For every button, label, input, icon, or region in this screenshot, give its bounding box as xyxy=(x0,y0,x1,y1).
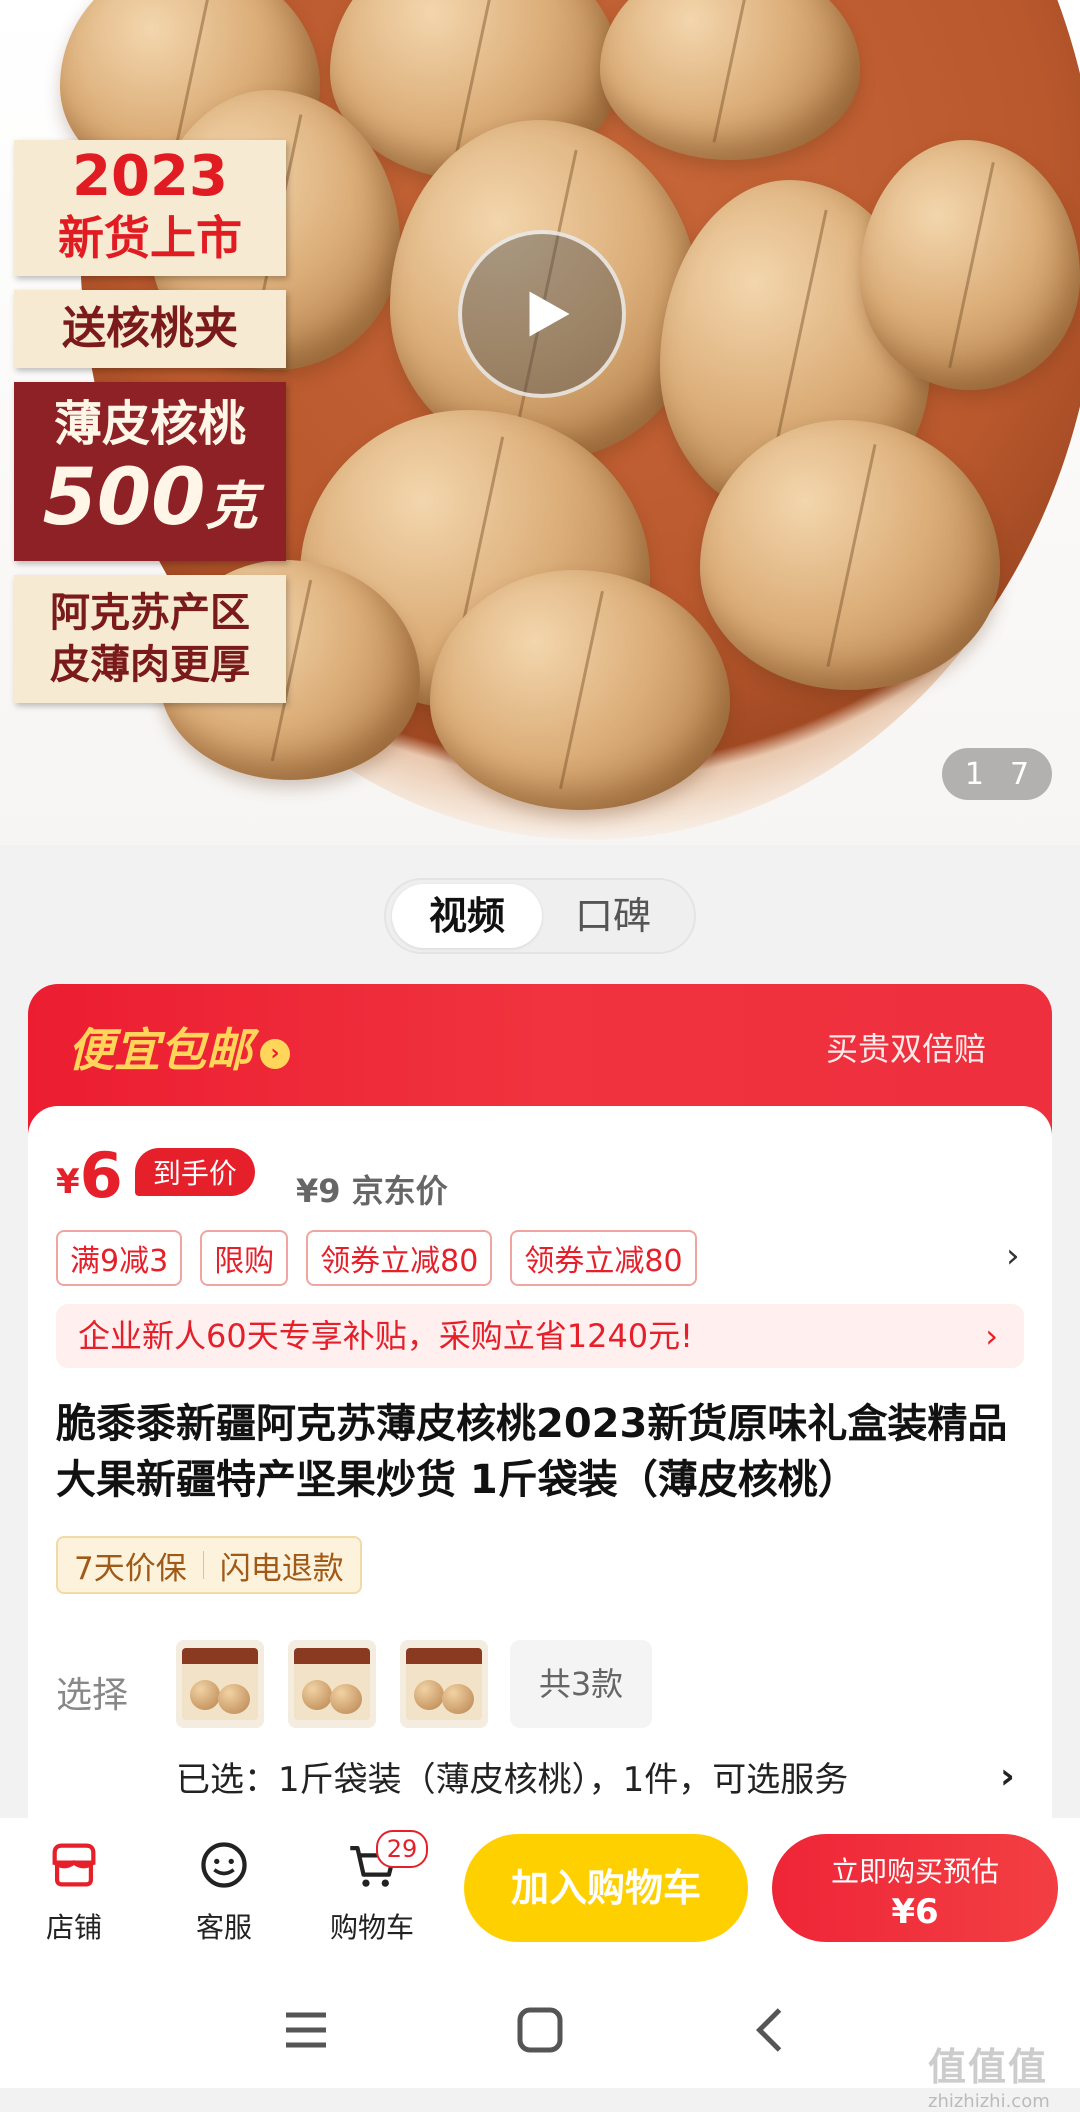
promo-sticker-stack: 2023 新货上市 送核桃夹 薄皮核桃 500克 阿克苏产区 皮薄肉更厚 xyxy=(14,140,286,717)
buy-now-label: 立即购买预估 xyxy=(830,1855,999,1888)
promo-origin-line2: 皮薄肉更厚 xyxy=(50,642,250,688)
deal-title[interactable]: 便宜包邮 › xyxy=(68,1014,290,1080)
coupon-tag[interactable]: 限购 xyxy=(200,1230,289,1286)
page-total: 7 xyxy=(1010,756,1030,792)
selected-options-text[interactable]: 已选：1斤袋装（薄皮核桃），1件，可选服务 xyxy=(176,1752,848,1801)
customer-service-button[interactable]: 客服 xyxy=(164,1836,284,1946)
final-price-badge: 到手价 xyxy=(134,1148,255,1196)
coupon-tag[interactable]: 领券立减80 xyxy=(510,1230,697,1286)
enterprise-subsidy-text: 企业新人60天专享补贴，采购立省1240元! xyxy=(78,1317,693,1355)
tab-reviews[interactable]: 口碑 xyxy=(538,884,688,948)
coupon-tag[interactable]: 领券立减80 xyxy=(306,1230,493,1286)
store-icon xyxy=(52,1843,96,1887)
product-title: 脆黍黍新疆阿克苏薄皮核桃2023新货原味礼盒装精品大果新疆特产坚果炒货 1斤袋装… xyxy=(56,1401,1008,1503)
back-icon[interactable] xyxy=(742,2000,802,2060)
media-tab-switch: 视频 口碑 xyxy=(384,878,696,954)
jd-price: ¥9 京东价 xyxy=(296,1172,448,1210)
price-currency: ¥ xyxy=(56,1162,80,1202)
double-refund-label: 买贵双倍赔 xyxy=(825,1030,986,1068)
service-label: 客服 xyxy=(195,1911,252,1944)
total-variants-button[interactable]: 共3款 xyxy=(510,1640,652,1728)
play-icon xyxy=(529,291,570,337)
buy-now-button[interactable]: 立即购买预估 ¥6 xyxy=(772,1834,1058,1942)
guarantee-fast-refund: 闪电退款 xyxy=(219,1550,344,1587)
promo-weight: 薄皮核桃 500克 xyxy=(14,382,286,561)
chevron-right-icon[interactable]: › xyxy=(1000,1756,1015,1797)
chevron-right-icon[interactable]: › xyxy=(1006,1236,1020,1276)
product-image-carousel[interactable]: 2023 新货上市 送核桃夹 薄皮核桃 500克 阿克苏产区 皮薄肉更厚 1 7 xyxy=(0,0,1080,845)
promo-new-arrival: 2023 新货上市 xyxy=(14,140,286,276)
tab-video[interactable]: 视频 xyxy=(392,884,542,948)
select-label: 选择 xyxy=(56,1675,129,1716)
watermark-cn: 值值值 xyxy=(928,2045,1049,2089)
deal-title-text: 便宜包邮 xyxy=(68,1023,252,1077)
enterprise-subsidy-banner[interactable]: 企业新人60天专享补贴，采购立省1240元! › xyxy=(56,1304,1024,1368)
chevron-right-icon: › xyxy=(260,1038,290,1069)
add-to-cart-button[interactable]: 加入购物车 xyxy=(464,1834,748,1942)
service-guarantees[interactable]: 7天价保 闪电退款 xyxy=(56,1536,362,1594)
chevron-right-icon: › xyxy=(985,1317,998,1355)
smiley-service-icon xyxy=(201,1842,247,1888)
promo-weight-number: 500 xyxy=(42,453,206,543)
promo-weight-label: 500克 xyxy=(14,456,286,549)
play-video-button[interactable] xyxy=(458,230,626,398)
cart-label: 购物车 xyxy=(329,1911,414,1944)
variant-thumbnail[interactable] xyxy=(400,1640,488,1728)
promo-origin: 阿克苏产区 皮薄肉更厚 xyxy=(14,575,286,703)
variant-thumbnail[interactable] xyxy=(176,1640,264,1728)
promo-gift: 送核桃夹 xyxy=(14,290,286,368)
buy-now-price: ¥6 xyxy=(891,1892,939,1932)
store-label: 店铺 xyxy=(45,1911,102,1944)
promo-new-label: 新货上市 xyxy=(58,211,242,265)
watermark: 值值值 zhizhizhi.com xyxy=(928,2036,1050,2112)
promo-gift-label: 送核桃夹 xyxy=(62,303,238,354)
final-price: 6 xyxy=(79,1139,123,1212)
coupon-list[interactable]: 满9减3 限购 领券立减80 领券立减80 xyxy=(56,1230,697,1286)
promo-type-label: 薄皮核桃 xyxy=(53,396,246,452)
store-button[interactable]: 店铺 xyxy=(14,1836,134,1946)
promo-year: 2023 xyxy=(72,144,228,209)
cart-count-badge: 29 xyxy=(376,1830,428,1868)
menu-icon[interactable] xyxy=(276,2000,336,2060)
image-page-indicator: 1 7 xyxy=(942,748,1052,800)
guarantee-price-protect: 7天价保 xyxy=(74,1550,187,1587)
home-icon[interactable] xyxy=(510,2000,570,2060)
page-current: 1 xyxy=(964,756,984,792)
coupon-tag[interactable]: 满9减3 xyxy=(56,1230,183,1286)
promo-origin-line1: 阿克苏产区 xyxy=(50,590,250,636)
variant-thumbnail[interactable] xyxy=(288,1640,376,1728)
watermark-url: zhizhizhi.com xyxy=(928,2091,1050,2112)
price-row: ¥ 6 到手价 xyxy=(56,1140,255,1210)
promo-weight-unit: 克 xyxy=(205,477,258,537)
